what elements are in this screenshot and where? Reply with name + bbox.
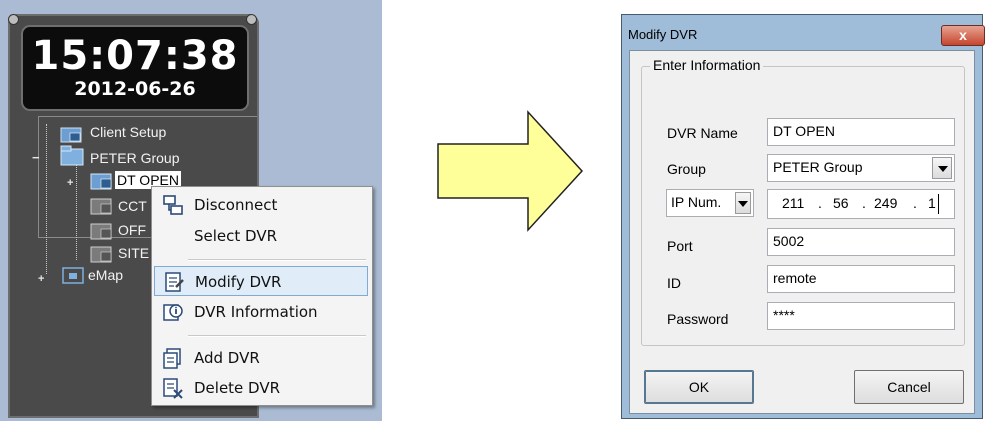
group-folder-icon	[60, 144, 84, 171]
dialog-body: Enter Information DVR Name DT OPEN Group…	[629, 50, 975, 414]
password-input[interactable]: ****	[767, 302, 955, 330]
menu-item-dvr-information[interactable]: DVR Information	[154, 297, 368, 327]
menu-separator	[188, 335, 366, 337]
close-button[interactable]: x	[941, 25, 985, 46]
tree-connector	[76, 165, 77, 260]
ip-segment-2[interactable]: 56	[833, 195, 849, 211]
dvr-name-input[interactable]: DT OPEN	[767, 118, 955, 146]
screw-icon	[8, 14, 19, 25]
modify-dvr-dialog: Modify DVR x Enter Information DVR Name …	[621, 14, 985, 419]
arrow-right-icon	[437, 110, 584, 232]
ip-segment-3[interactable]: 249	[874, 195, 897, 211]
ip-dot: .	[818, 195, 822, 211]
tree-connector	[46, 124, 47, 274]
password-label: Password	[667, 311, 729, 327]
context-menu: Disconnect Select DVR Modify DVR DVR Inf…	[151, 186, 373, 406]
tree-item-cct[interactable]: CCT	[118, 197, 147, 215]
menu-item-disconnect[interactable]: Disconnect	[154, 190, 368, 220]
ip-address-input[interactable]: 211 . 56 . 249 . 1	[767, 189, 955, 219]
delete-dvr-icon	[162, 377, 184, 403]
menu-item-delete-dvr[interactable]: Delete DVR	[154, 373, 368, 403]
menu-item-label: Delete DVR	[194, 379, 281, 397]
chevron-down-icon[interactable]	[932, 157, 952, 179]
group-title: Enter Information	[650, 57, 764, 73]
ip-dot: .	[913, 195, 917, 211]
ok-button[interactable]: OK	[644, 370, 754, 404]
menu-item-label: Select DVR	[194, 227, 278, 245]
modify-dvr-icon	[163, 271, 185, 297]
dvr-icon	[90, 221, 114, 246]
disconnect-icon	[162, 194, 184, 220]
group-select[interactable]: PETER Group	[767, 154, 955, 182]
ip-segment-4[interactable]: 1	[928, 195, 936, 211]
collapse-icon[interactable]: −	[32, 151, 40, 164]
cancel-button[interactable]: Cancel	[854, 370, 964, 404]
menu-item-add-dvr[interactable]: Add DVR	[154, 343, 368, 373]
expand-icon[interactable]: +	[38, 273, 44, 285]
dvr-information-icon	[162, 301, 184, 327]
dialog-titlebar: Modify DVR x	[628, 21, 985, 51]
dvr-name-label: DVR Name	[667, 125, 738, 141]
tree-item-client-setup[interactable]: Client Setup	[90, 123, 166, 141]
ip-segment-1[interactable]: 211	[782, 195, 804, 211]
id-label: ID	[667, 275, 681, 291]
group-select-value: PETER Group	[773, 159, 863, 175]
text-caret	[938, 194, 939, 214]
port-label: Port	[667, 238, 693, 254]
dialog-title: Modify DVR	[628, 27, 698, 42]
tree-item-emap[interactable]: eMap	[88, 266, 123, 284]
id-input[interactable]: remote	[767, 265, 955, 293]
chevron-down-icon[interactable]	[735, 192, 751, 214]
expand-icon[interactable]: +	[67, 177, 73, 189]
ip-type-select[interactable]: IP Num.	[666, 189, 754, 217]
tree-item-site[interactable]: SITE	[118, 244, 149, 262]
clock-time: 15:07:38	[31, 33, 239, 79]
emap-icon	[62, 265, 84, 290]
clock-display: 15:07:38 2012-06-26	[21, 25, 249, 111]
screw-icon	[246, 14, 257, 25]
group-label: Group	[667, 161, 706, 177]
menu-item-label: Add DVR	[194, 349, 260, 367]
menu-item-label: Modify DVR	[195, 273, 282, 291]
add-dvr-icon	[162, 347, 184, 373]
ip-type-value: IP Num.	[671, 194, 722, 210]
dvr-icon	[90, 171, 114, 196]
dvr-icon	[90, 196, 114, 221]
menu-item-label: Disconnect	[194, 196, 278, 214]
clock-date: 2012-06-26	[74, 78, 196, 100]
menu-item-label: DVR Information	[194, 303, 318, 321]
tree-item-peter-group[interactable]: PETER Group	[90, 149, 179, 167]
menu-item-modify-dvr[interactable]: Modify DVR	[154, 266, 368, 296]
ip-dot: .	[862, 195, 866, 211]
tree-item-off[interactable]: OFF	[118, 221, 146, 239]
port-input[interactable]: 5002	[767, 228, 955, 256]
menu-separator	[188, 259, 366, 261]
menu-item-select-dvr[interactable]: Select DVR	[154, 221, 368, 251]
